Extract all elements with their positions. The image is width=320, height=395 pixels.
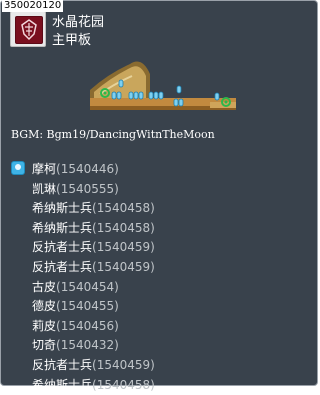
- npc-id: (1540455): [56, 299, 119, 314]
- npc-name: 切奇: [32, 338, 57, 353]
- npc-id: (1540458): [92, 201, 155, 216]
- minimap-image: [90, 61, 236, 110]
- npc-name: 希纳斯士兵: [32, 377, 93, 392]
- npc-name: 希纳斯士兵: [32, 220, 93, 235]
- npc-icon: [11, 161, 25, 175]
- map-tooltip: 水晶花园 主甲板 BGM: Bgm19/DancingWitnTheMoon 摩…: [0, 0, 318, 392]
- npc-name: 德皮: [32, 299, 57, 314]
- npc-id: (1540555): [56, 181, 119, 196]
- npc-name: 摩柯: [32, 162, 57, 176]
- npc-id: (1540458): [92, 377, 155, 392]
- npc-id: (1540446): [56, 162, 119, 176]
- npc-id: (1540454): [56, 279, 119, 294]
- npc-name: 反抗者士兵: [32, 357, 93, 372]
- npc-name: 古皮: [32, 279, 57, 294]
- npc-id: (1540459): [92, 240, 155, 255]
- npc-id: (1540458): [92, 220, 155, 235]
- npc-name: 反抗者士兵: [32, 259, 93, 274]
- street-name: 水晶花园: [52, 15, 105, 30]
- map-name: 主甲板: [52, 33, 92, 48]
- npc-id: (1540459): [92, 357, 155, 372]
- npc-id: (1540432): [56, 338, 119, 353]
- npc-name: 反抗者士兵: [32, 240, 93, 255]
- npc-id: (1540459): [92, 259, 155, 274]
- npc-id: (1540456): [56, 318, 119, 333]
- bgm-label: BGM: Bgm19/DancingWitnTheMoon: [11, 128, 215, 141]
- map-id-label: 350020120: [2, 0, 64, 12]
- npc-name: 凯琳: [32, 181, 57, 196]
- npc-name: 莉皮: [32, 318, 57, 333]
- npc-name: 希纳斯士兵: [32, 201, 93, 216]
- street-mark-icon: [10, 11, 46, 47]
